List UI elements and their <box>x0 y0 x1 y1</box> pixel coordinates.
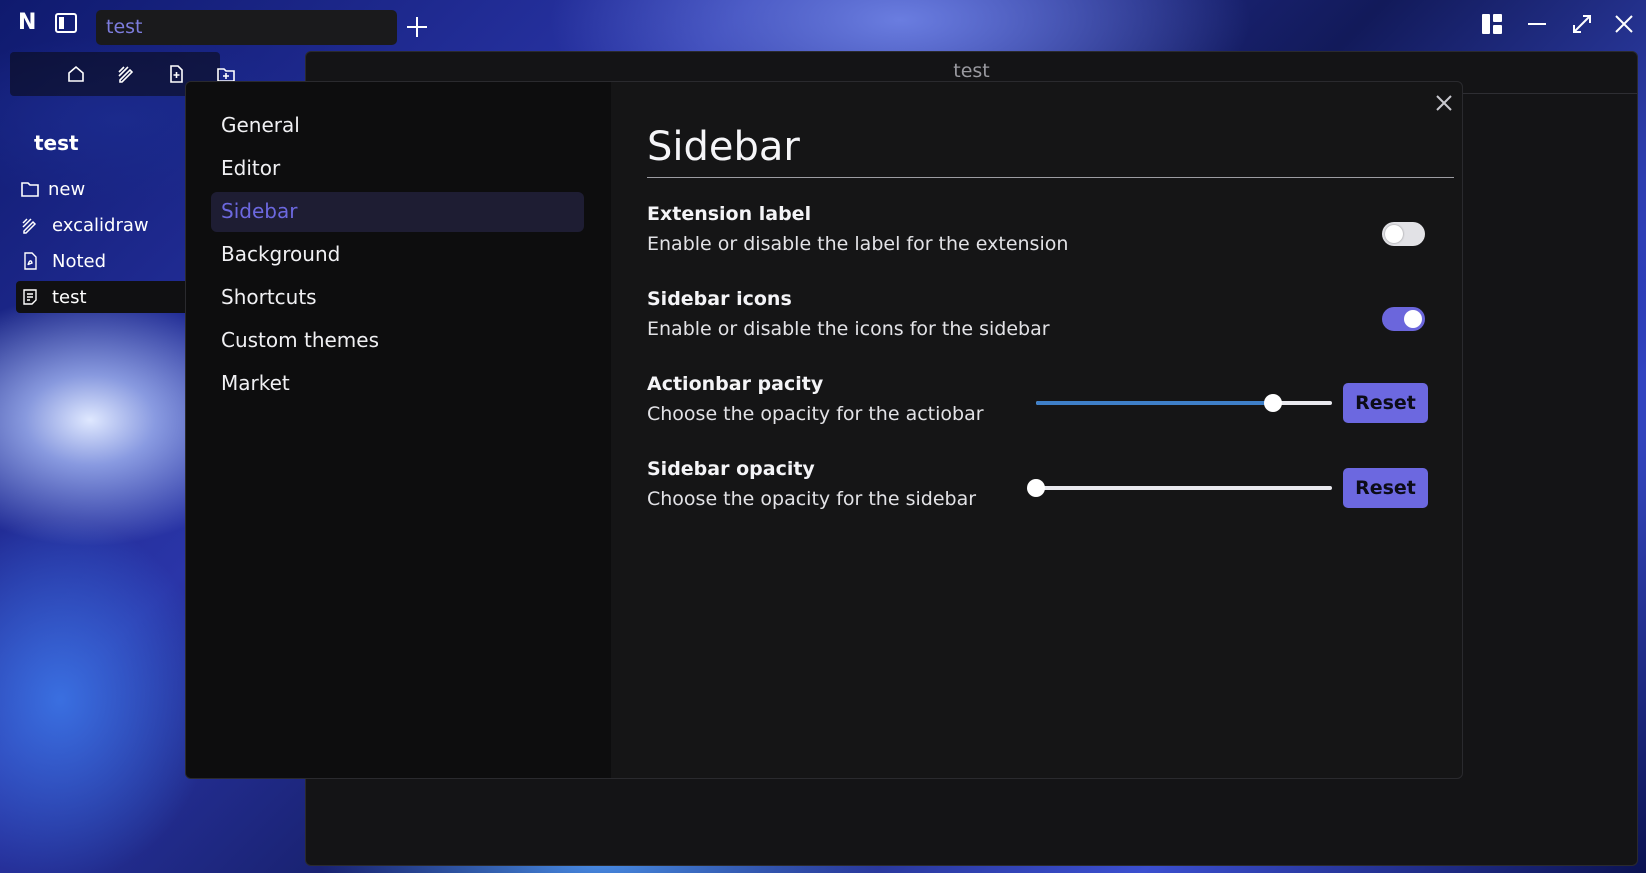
slider-thumb[interactable] <box>1263 394 1282 412</box>
setting-description: Enable or disable the icons for the side… <box>647 318 1050 340</box>
setting-description: Choose the opacity for the actiobar <box>647 403 984 425</box>
new-file-icon[interactable] <box>166 64 186 84</box>
close-icon[interactable] <box>1433 92 1455 114</box>
setting-description: Enable or disable the label for the exte… <box>647 233 1069 255</box>
extension-label-toggle[interactable] <box>1382 222 1425 246</box>
slider-thumb[interactable] <box>1027 479 1045 497</box>
sidebar-item-excalidraw[interactable]: excalidraw <box>16 209 186 241</box>
new-tab-icon[interactable] <box>404 14 430 40</box>
toggle-knob <box>1404 310 1422 328</box>
page-title: Sidebar <box>647 124 800 170</box>
settings-content: Sidebar Extension label Enable or disabl… <box>611 82 1462 778</box>
sidebar-item-label: excalidraw <box>52 214 149 236</box>
nav-sidebar[interactable]: Sidebar <box>211 192 584 232</box>
nav-market[interactable]: Market <box>211 364 584 404</box>
reset-actionbar-opacity-button[interactable]: Reset <box>1343 383 1428 423</box>
slider-track <box>1036 486 1332 490</box>
title-bar: N test <box>0 0 1646 48</box>
setting-extension-label: Extension label Enable or disable the la… <box>647 203 1447 265</box>
nav-custom-themes[interactable]: Custom themes <box>211 321 584 361</box>
setting-title: Extension label <box>647 203 812 225</box>
slider-fill <box>1036 401 1273 405</box>
nav-background[interactable]: Background <box>211 235 584 275</box>
minimize-icon[interactable] <box>1525 12 1549 36</box>
sidebar-item-test[interactable]: test <box>16 281 186 313</box>
editor-title: test <box>953 60 990 82</box>
setting-actionbar-opacity: Actionbar pacity Choose the opacity for … <box>647 373 1447 435</box>
pdf-file-icon <box>24 252 37 270</box>
sidebar-toggle-icon[interactable] <box>54 12 78 34</box>
sidebar-item-noted[interactable]: Noted <box>16 245 186 277</box>
tab-test[interactable]: test <box>96 10 397 45</box>
folder-icon <box>21 182 39 197</box>
nav-general[interactable]: General <box>211 106 584 146</box>
divider <box>647 177 1454 178</box>
nav-editor[interactable]: Editor <box>211 149 584 189</box>
reset-sidebar-opacity-button[interactable]: Reset <box>1343 468 1428 508</box>
sidebar-item-label: new <box>48 178 86 200</box>
app-logo: N <box>18 10 37 35</box>
close-window-icon[interactable] <box>1612 12 1636 36</box>
maximize-icon[interactable] <box>1570 12 1594 36</box>
actionbar-opacity-slider[interactable] <box>1036 393 1332 413</box>
layout-icon[interactable] <box>1480 12 1504 36</box>
note-file-icon <box>23 289 37 305</box>
sidebar-root-title: test <box>34 131 79 155</box>
home-icon[interactable] <box>66 64 86 84</box>
setting-title: Actionbar pacity <box>647 373 824 395</box>
setting-sidebar-opacity: Sidebar opacity Choose the opacity for t… <box>647 458 1447 520</box>
sidebar-item-label: Noted <box>52 250 107 272</box>
sidebar-item-label: test <box>52 286 87 308</box>
setting-title: Sidebar icons <box>647 288 792 310</box>
setting-sidebar-icons: Sidebar icons Enable or disable the icon… <box>647 288 1447 350</box>
settings-modal: General Editor Sidebar Background Shortc… <box>185 81 1463 779</box>
settings-nav: General Editor Sidebar Background Shortc… <box>186 82 611 778</box>
setting-description: Choose the opacity for the sidebar <box>647 488 977 510</box>
new-drawing-icon[interactable] <box>116 64 136 84</box>
sidebar-item-new[interactable]: new <box>16 173 186 205</box>
draw-icon <box>22 218 37 234</box>
sidebar-opacity-slider[interactable] <box>1027 478 1332 498</box>
nav-shortcuts[interactable]: Shortcuts <box>211 278 584 318</box>
toggle-knob <box>1385 225 1403 243</box>
setting-title: Sidebar opacity <box>647 458 815 480</box>
sidebar-icons-toggle[interactable] <box>1382 307 1425 331</box>
